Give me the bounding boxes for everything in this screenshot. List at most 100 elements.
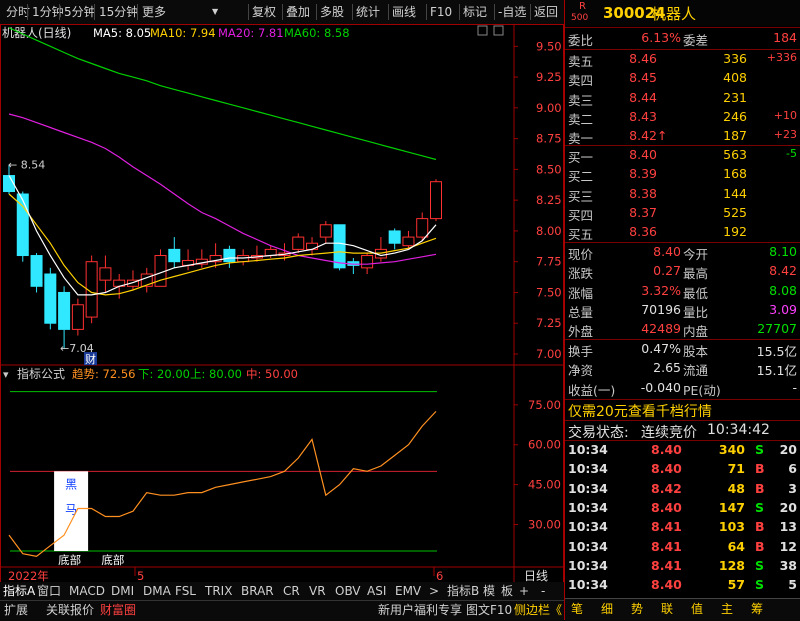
tick-side: B: [755, 461, 765, 477]
tick-time: 10:34: [568, 538, 608, 554]
extension-tab-bar: 扩展 关联报价 财富圈 新用户福利专享 图文F10 侧边栏《: [0, 600, 564, 621]
indicator-tab-1[interactable]: 窗口: [37, 581, 61, 601]
candle: [347, 258, 360, 274]
sell-row[interactable]: 卖三 8.44 231: [565, 90, 800, 108]
sell-row[interactable]: 卖一 8.42 ↑ 187 +23: [565, 128, 800, 146]
panel-tab-4[interactable]: 值: [691, 599, 703, 619]
toolbar-button-7[interactable]: -自选: [498, 3, 526, 21]
tick-time: 10:34: [568, 442, 608, 457]
more-dropdown-icon[interactable]: ▼: [212, 3, 218, 21]
extension-tab-0[interactable]: 扩展: [4, 600, 28, 620]
buy-volume: 192: [723, 224, 747, 240]
indicator-tab-12[interactable]: EMV: [395, 581, 421, 601]
indicator-menu-icon[interactable]: ▾: [3, 368, 9, 381]
tick-volume: 64: [727, 538, 745, 554]
toolbar-separator: [248, 4, 249, 20]
toolbar-separator: [530, 4, 531, 20]
indicator-tab-13[interactable]: >: [429, 581, 439, 601]
price-tick-label: 9.25: [536, 70, 562, 84]
price-tick-label: 8.50: [536, 162, 562, 176]
sell-row[interactable]: 卖二 8.43 246 +10: [565, 109, 800, 127]
toolbar-separator: [59, 4, 60, 20]
trade-status-label: 交易状态:: [568, 425, 629, 441]
buy-row[interactable]: 买一 8.40 563 -5: [565, 147, 800, 165]
candle: [292, 233, 305, 254]
indicator-tab-4[interactable]: DMA: [143, 581, 171, 601]
panel-tab-0[interactable]: 笔: [571, 599, 583, 619]
indicator-tab-15[interactable]: 模: [483, 581, 495, 601]
toolbar-separator: [459, 4, 460, 20]
toolbar-button-4[interactable]: 画线: [392, 3, 416, 21]
tick-price: 8.40: [651, 442, 682, 457]
fund-value: 0.47%: [641, 341, 681, 356]
sell-row[interactable]: 卖四 8.45 408: [565, 70, 800, 88]
toolbar-tab-4[interactable]: 更多: [142, 3, 166, 21]
indicator-tab-3[interactable]: DMI: [111, 581, 134, 601]
trade-status: 交易状态: 连续竞价 10:34:42: [565, 422, 800, 441]
buy-row[interactable]: 买五 8.36 192: [565, 224, 800, 242]
indicator-tab-17[interactable]: +: [519, 581, 529, 601]
tick-count: 20: [779, 499, 797, 515]
indicator-tab-7[interactable]: BRAR: [241, 581, 274, 601]
toolbar-tab-2[interactable]: 5分钟: [64, 3, 96, 21]
tick-row: 10:34 8.41 128 S 38: [565, 558, 800, 576]
indicator-tab-10[interactable]: OBV: [335, 581, 361, 601]
indicator-trend-value: 趋势: 72.56: [72, 367, 135, 381]
maximize-icon[interactable]: [493, 25, 504, 36]
indicator-tab-5[interactable]: FSL: [175, 581, 196, 601]
candle: [195, 249, 208, 268]
toolbar-button-0[interactable]: 复权: [252, 3, 276, 21]
panel-tab-5[interactable]: 主: [721, 599, 733, 619]
indicator-tab-2[interactable]: MACD: [69, 581, 105, 601]
buy-row[interactable]: 买二 8.39 168: [565, 166, 800, 184]
panel-tab-1[interactable]: 细: [601, 599, 613, 619]
tick-count: 20: [779, 442, 797, 457]
buy-volume: 144: [723, 185, 747, 201]
tick-volume: 57: [727, 577, 745, 593]
indicator-tab-9[interactable]: VR: [309, 581, 326, 601]
sell-row[interactable]: 卖五 8.46 336 +336: [565, 51, 800, 69]
toolbar-button-1[interactable]: 叠加: [286, 3, 310, 21]
extension-tab-2[interactable]: 财富圈: [100, 600, 136, 620]
buy-row[interactable]: 买三 8.38 144: [565, 186, 800, 204]
fund-label: PE(动): [683, 382, 721, 398]
toolbar-button-6[interactable]: 标记: [463, 3, 487, 21]
badge-r: R: [579, 1, 586, 12]
chart-area[interactable]: 机器人(日线) MA5: 8.05MA10: 7.94 MA20: 7.81 MA60…: [0, 24, 564, 596]
sell-price: 8.42: [629, 128, 657, 144]
ma-label-2: MA20: 7.81: [218, 26, 284, 40]
buy-row[interactable]: 买四 8.37 525: [565, 205, 800, 223]
indicator-tab-11[interactable]: ASI: [367, 581, 386, 601]
indicator-name[interactable]: 指标公式: [17, 366, 65, 381]
toolbar-tab-3[interactable]: 15分钟: [99, 3, 138, 21]
indicator-tab-0[interactable]: 指标A: [3, 581, 35, 601]
toolbar-button-2[interactable]: 多股: [320, 3, 344, 21]
extension-right-tab-1[interactable]: 图文F10: [466, 600, 512, 620]
tick-time: 10:34: [568, 557, 608, 573]
stock-name[interactable]: 机器人: [651, 3, 696, 24]
indicator-tab-8[interactable]: CR: [283, 581, 300, 601]
sell-change: +336: [766, 51, 797, 64]
signal-box-top-label: 黑: [65, 477, 77, 491]
sell-price: 8.46: [629, 51, 657, 66]
toolbar-button-8[interactable]: 返回: [534, 3, 558, 21]
indicator-tab-6[interactable]: TRIX: [205, 581, 232, 601]
indicator-tab-14[interactable]: 指标B: [447, 581, 479, 601]
buy-price: 8.38: [629, 185, 657, 201]
toolbar-button-3[interactable]: 统计: [356, 3, 380, 21]
panel-tab-2[interactable]: 势: [631, 599, 643, 619]
fund-label: 净资: [568, 363, 594, 379]
indicator-tab-18[interactable]: -: [541, 581, 545, 601]
sell-volume: 231: [723, 89, 747, 105]
extension-right-tab-2[interactable]: 侧边栏《: [514, 600, 562, 620]
panel-tab-3[interactable]: 联: [661, 599, 673, 619]
extension-tab-1[interactable]: 关联报价: [46, 600, 94, 620]
restore-icon[interactable]: [477, 25, 488, 36]
promo-link[interactable]: 仅需20元查看千档行情: [568, 401, 712, 421]
price-tick-label: 7.50: [536, 285, 562, 299]
buy-label: 买一: [568, 150, 594, 165]
extension-right-tab-0[interactable]: 新用户福利专享: [378, 600, 462, 620]
toolbar-button-5[interactable]: F10: [430, 3, 452, 21]
indicator-tab-16[interactable]: 板: [501, 581, 513, 601]
panel-tab-6[interactable]: 筹: [751, 599, 763, 619]
